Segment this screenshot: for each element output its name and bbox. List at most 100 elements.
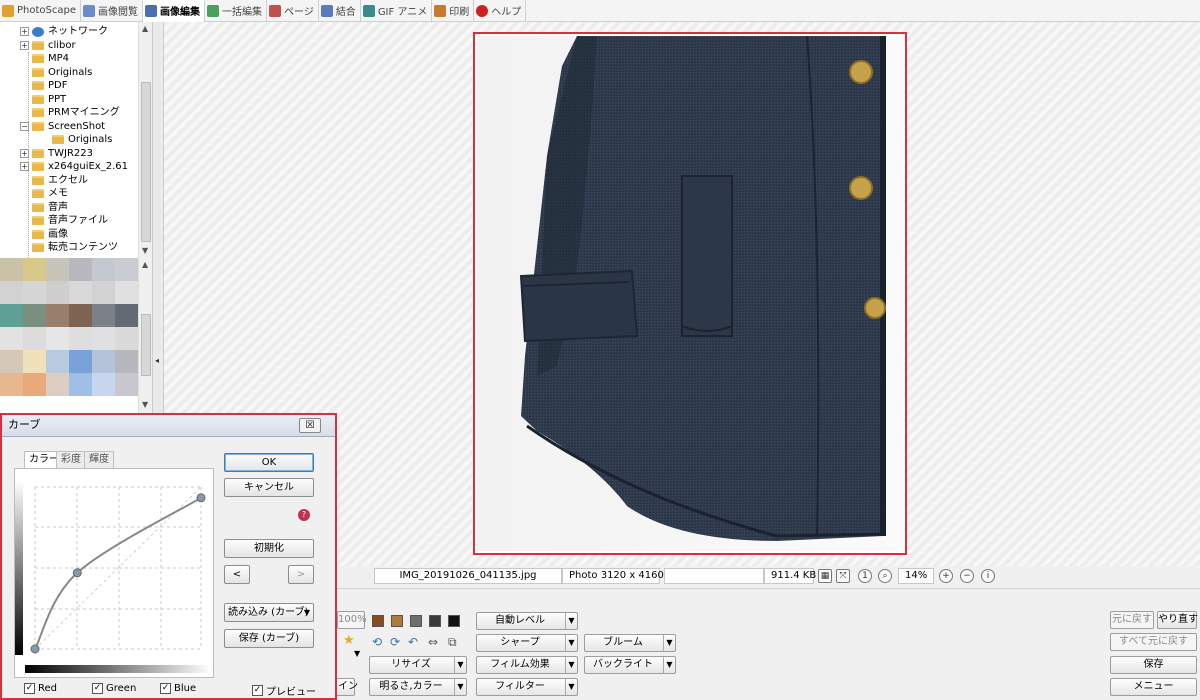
tree-item-folder[interactable]: + x264guiEx_2.61 [20,160,128,173]
tab-viewer[interactable]: 画像閲覧 [81,0,143,22]
blue-checkbox[interactable]: ✓ Blue [160,683,196,694]
frame-swatch-2[interactable] [391,615,403,627]
thumbnail[interactable] [46,281,69,304]
thumbnail[interactable] [115,327,138,350]
photo-canvas[interactable] [477,36,903,551]
menu-button[interactable]: メニュー [1110,678,1197,696]
frame-swatch-5[interactable] [448,615,460,627]
tree-scrollbar[interactable]: ▲ ▼ [138,22,152,258]
bloom-button[interactable]: ブルーム ▼ [584,634,676,652]
ok-button[interactable]: OK [224,453,314,472]
thumbnail[interactable] [46,304,69,327]
tree-item-folder[interactable]: + clibor [20,39,76,52]
scroll-up-icon[interactable]: ▲ [142,24,148,33]
thumbnail[interactable] [0,373,23,396]
thumbnail[interactable] [23,258,46,281]
undo-arrow-icon[interactable]: ↶ [408,635,418,649]
thumbnail[interactable] [23,327,46,350]
tab-batch[interactable]: 一括編集 [205,0,267,22]
tree-item-folder[interactable]: 画像 [32,228,68,241]
actual-size-icon[interactable]: 1 [858,569,872,583]
film-effect-button[interactable]: フィルム効果 ▼ [476,656,578,674]
thumbnail[interactable] [115,258,138,281]
curve-control-point[interactable] [30,644,40,654]
expand-icon[interactable]: + [20,41,29,50]
collapse-arrow-icon[interactable]: ◂ [155,356,159,365]
brightness-color-button[interactable]: 明るさ,カラー ▼ [369,678,467,696]
thumbnail[interactable] [115,281,138,304]
tab-photoscape[interactable]: PhotoScape [0,0,81,22]
tree-item-folder[interactable]: MP4 [32,52,69,65]
thumbnail[interactable] [0,281,23,304]
help-icon[interactable]: ? [298,509,310,521]
tree-item-folder[interactable]: − ScreenShot [20,120,105,133]
curve-line[interactable] [34,496,202,650]
tab-saturation[interactable]: 彩度 [56,451,86,468]
thumbnail[interactable] [115,373,138,396]
tree-item-folder[interactable]: + TWJR223 [20,147,93,160]
checkbox-check-icon[interactable]: ✓ [252,685,263,696]
expand-icon[interactable]: + [20,27,29,36]
red-checkbox[interactable]: ✓ Red [24,683,57,694]
thumbnail[interactable] [92,258,115,281]
thumbnail[interactable] [46,327,69,350]
close-button[interactable]: ☒ [299,418,321,433]
prev-button[interactable]: < [224,565,250,584]
cancel-button[interactable]: キャンセル [224,478,314,497]
sharpen-button[interactable]: シャープ ▼ [476,634,578,652]
info-icon[interactable]: i [981,569,995,583]
thumbnail[interactable] [69,304,92,327]
star-icon[interactable]: ★ [343,633,355,648]
thumbnail[interactable] [69,327,92,350]
thumbnail[interactable] [23,373,46,396]
dialog-title-bar[interactable]: カーブ [2,415,335,437]
thumbnail[interactable] [92,304,115,327]
backlight-button[interactable]: バックライト ▼ [584,656,676,674]
tab-luminance[interactable]: 輝度 [84,451,114,468]
save-button[interactable]: 保存 [1110,656,1197,674]
checkbox-check-icon[interactable]: ✓ [24,683,35,694]
expand-icon[interactable]: + [20,162,29,171]
save-curve-button[interactable]: 保存 (カーブ) [224,629,314,648]
thumbnail[interactable] [115,304,138,327]
thumbnail[interactable] [46,258,69,281]
redo-button[interactable]: やり直す [1157,611,1198,629]
dropdown-arrow-icon[interactable]: ▼ [354,649,360,658]
dropdown-arrow-icon[interactable]: ▼ [663,635,675,651]
checkbox-check-icon[interactable]: ✓ [160,683,171,694]
tree-item-folder[interactable]: PDF [32,79,67,92]
dropdown-arrow-icon[interactable]: ▼ [454,679,466,695]
scroll-up-icon[interactable]: ▲ [142,260,148,269]
thumbnail[interactable] [0,327,23,350]
expand-icon[interactable]: + [20,149,29,158]
tree-item-folder[interactable]: PPT [32,93,66,106]
checker-icon[interactable]: ▦ [818,569,832,583]
thumbnail[interactable] [46,350,69,373]
crop-icon[interactable]: ⧉ [448,635,457,650]
curve-points[interactable] [30,493,206,654]
filter-button[interactable]: フィルター ▼ [476,678,578,696]
thumbnail[interactable] [92,373,115,396]
thumbnail[interactable] [115,350,138,373]
tab-help[interactable]: ヘルプ [474,0,527,22]
thumbnail[interactable] [46,373,69,396]
tree-item-folder[interactable]: Originals [52,133,112,146]
tree-item-folder[interactable]: 音声 [32,201,68,214]
dropdown-arrow-icon[interactable]: ▼ [663,657,675,673]
thumbnail-scrollbar[interactable]: ▲ ▼ [138,258,152,413]
rotate-right-icon[interactable]: ⟳ [390,635,400,649]
fit-screen-icon[interactable]: ⤧ [836,569,850,583]
next-button[interactable]: > [288,565,314,584]
scroll-down-icon[interactable]: ▼ [142,246,148,255]
thumbnail[interactable] [92,281,115,304]
thumbnail[interactable] [69,281,92,304]
dropdown-arrow-icon[interactable]: ▼ [565,613,577,629]
tree-item-network[interactable]: + ネットワーク [20,25,108,38]
tab-gif[interactable]: GIF アニメ [361,0,433,22]
collapse-icon[interactable]: − [20,122,29,131]
green-checkbox[interactable]: ✓ Green [92,683,136,694]
thumbnail[interactable] [0,304,23,327]
thumbnail[interactable] [23,304,46,327]
rotate-left-icon[interactable]: ⟲ [372,635,382,649]
curve-editor[interactable] [14,468,214,678]
